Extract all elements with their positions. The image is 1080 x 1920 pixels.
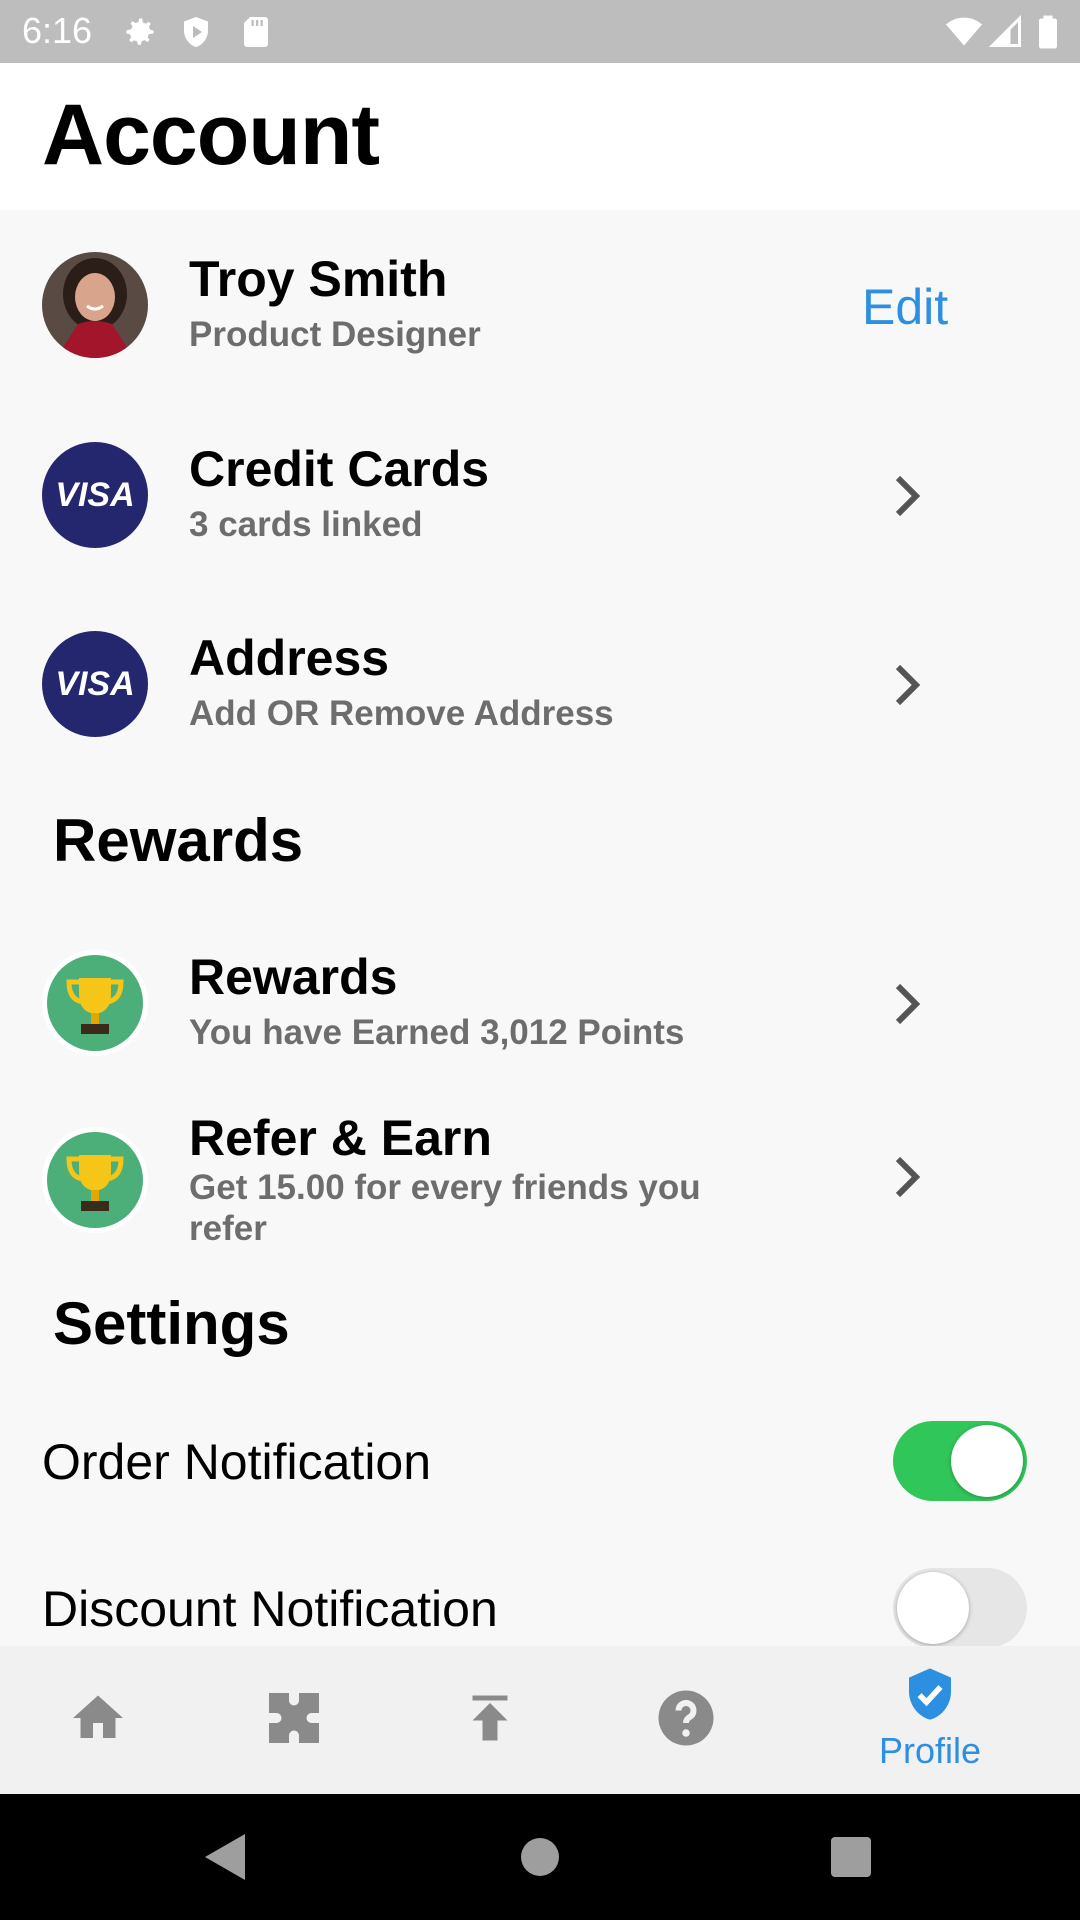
toggle-knob: [951, 1425, 1023, 1497]
upload-icon[interactable]: [460, 1688, 520, 1748]
svg-text:VISA: VISA: [55, 665, 134, 703]
rewards-section-title: Rewards: [53, 807, 304, 874]
row-title: Address: [189, 630, 390, 686]
row-title: Refer & Earn: [189, 1110, 492, 1166]
home-nav-icon[interactable]: [520, 1837, 560, 1877]
address-row[interactable]: VISA Address Add OR Remove Address: [0, 609, 1080, 759]
discount-notification-label: Discount Notification: [42, 1581, 498, 1637]
tab-bar: Profile: [0, 1646, 1080, 1794]
page-title: Account: [42, 87, 380, 183]
shield-icon: [184, 17, 208, 47]
home-icon[interactable]: [68, 1688, 128, 1748]
battery-icon: [1039, 15, 1057, 49]
gear-icon: [126, 18, 154, 45]
sd-card-icon: [244, 17, 268, 47]
shield-check-icon[interactable]: [902, 1666, 958, 1722]
rewards-row[interactable]: Rewards You have Earned 3,012 Points: [0, 928, 1080, 1078]
discount-notification-toggle[interactable]: [893, 1568, 1027, 1648]
row-title: Credit Cards: [189, 441, 490, 497]
signal-icon: [988, 14, 1021, 47]
row-subtitle: Get 15.00 for every friends you refer: [189, 1168, 701, 1248]
status-time: 6:16: [22, 10, 93, 51]
chevron-right-icon: [895, 1156, 921, 1198]
chevron-right-icon: [895, 983, 921, 1025]
trophy-icon: [42, 950, 148, 1056]
puzzle-icon[interactable]: [264, 1688, 324, 1748]
order-notification-toggle[interactable]: [893, 1421, 1027, 1501]
profile-name: Troy Smith: [189, 251, 448, 307]
profile-row: Troy Smith Product Designer Edit: [0, 230, 1080, 380]
order-notification-label: Order Notification: [42, 1434, 432, 1490]
status-bar: [0, 0, 1080, 63]
tab-profile-label[interactable]: Profile: [879, 1730, 981, 1772]
row-subtitle: You have Earned 3,012 Points: [189, 1013, 685, 1052]
trophy-icon: [42, 1127, 148, 1233]
row-subtitle: Add OR Remove Address: [189, 694, 614, 733]
refer-earn-row[interactable]: Refer & Earn Get 15.00 for every friends…: [0, 1105, 1080, 1255]
svg-text:VISA: VISA: [55, 476, 134, 514]
chevron-right-icon: [895, 475, 921, 517]
visa-icon: VISA: [42, 442, 148, 548]
row-subtitle: 3 cards linked: [189, 505, 423, 544]
help-icon[interactable]: [656, 1688, 716, 1748]
settings-section-title: Settings: [53, 1290, 290, 1357]
wifi-icon: [946, 17, 982, 46]
system-nav-bar: [0, 1794, 1080, 1920]
chevron-right-icon: [895, 664, 921, 706]
recents-icon[interactable]: [831, 1837, 871, 1877]
back-icon[interactable]: [205, 1834, 245, 1880]
row-title: Rewards: [189, 949, 398, 1005]
credit-cards-row[interactable]: VISA Credit Cards 3 cards linked: [0, 420, 1080, 570]
profile-role: Product Designer: [189, 315, 481, 354]
visa-icon: VISA: [42, 631, 148, 737]
toggle-knob: [897, 1572, 969, 1644]
avatar[interactable]: [42, 252, 148, 358]
edit-button[interactable]: Edit: [862, 278, 948, 336]
